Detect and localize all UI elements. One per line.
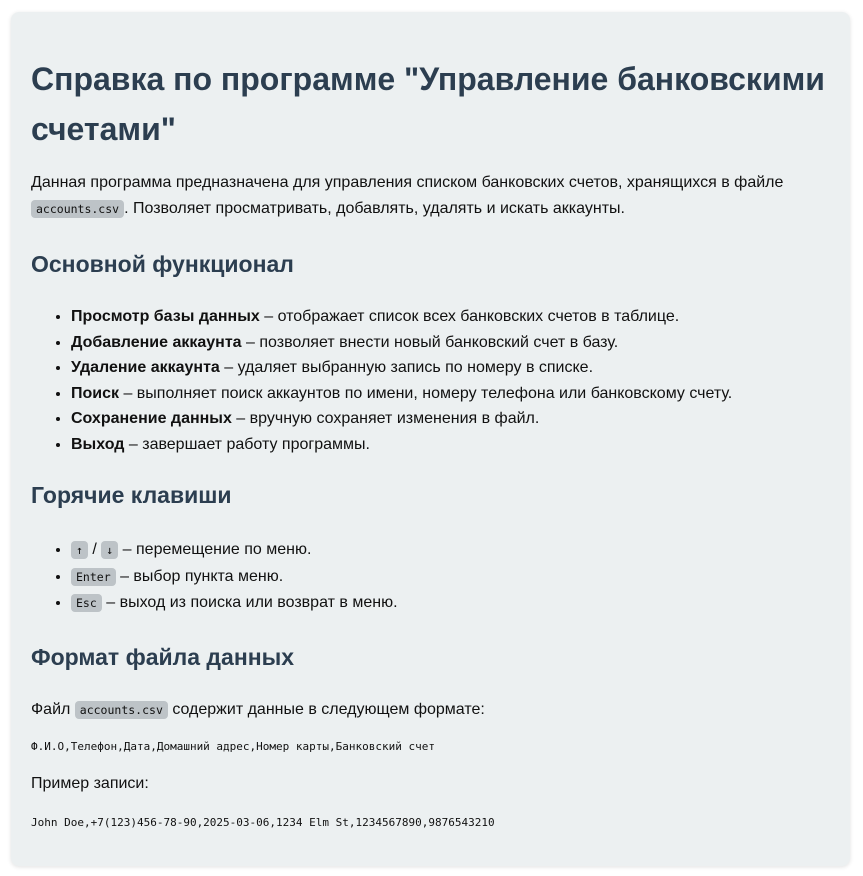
functionality-heading: Основной функционал: [31, 251, 294, 277]
format-heading: Формат файла данных: [31, 643, 295, 670]
intro-filename-code: accounts.csv: [31, 200, 125, 218]
feature-name: Удаление аккаунта: [71, 359, 220, 376]
format-schema: Ф.И.О,Телефон,Дата,Домашний адрес,Номер …: [31, 739, 435, 753]
feature-desc: – вручную сохраняет изменения в файл.: [231, 410, 540, 427]
feature-desc: – отображает список всех банковских счет…: [259, 308, 680, 325]
list-item: Удаление аккаунта – удаляет выбранную за…: [71, 355, 830, 381]
key-enter-code: Enter: [71, 567, 116, 586]
list-item: Выход – завершает работу программы.: [71, 432, 830, 458]
list-item: Просмотр базы данных – отображает список…: [71, 304, 830, 330]
functionality-list: Просмотр базы данных – отображает список…: [31, 304, 830, 457]
feature-name: Просмотр базы данных: [71, 308, 260, 325]
key-up-code: ↑: [71, 541, 88, 559]
feature-desc: – завершает работу программы.: [124, 435, 370, 453]
key-separator: /: [87, 541, 102, 558]
help-card: Справка по программе "Управление банковс…: [11, 12, 850, 866]
format-text-end: содержит данные в следующем формате:: [167, 700, 485, 718]
feature-desc: – позволяет внести новый банковский счет…: [241, 333, 619, 351]
intro-text-end: . Позволяет просматривать, добавлять, уд…: [124, 200, 625, 217]
hotkey-desc: – выход из поиска или возврат в меню.: [101, 594, 398, 611]
list-item: Enter – выбор пункта меню.: [71, 564, 830, 591]
feature-name: Сохранение данных: [71, 410, 232, 427]
hotkeys-list: ↑ / ↓ – перемещение по меню. Enter – выб…: [31, 537, 830, 617]
feature-desc: – выполняет поиск аккаунтов по имени, но…: [119, 384, 733, 402]
list-item: ↑ / ↓ – перемещение по меню.: [71, 537, 830, 564]
feature-name: Поиск: [71, 384, 120, 402]
hotkey-desc: – перемещение по меню.: [118, 541, 312, 558]
feature-name: Выход: [71, 435, 125, 453]
list-item: Поиск – выполняет поиск аккаунтов по име…: [71, 381, 830, 407]
list-item: Добавление аккаунта – позволяет внести н…: [71, 330, 830, 356]
list-item: Сохранение данных – вручную сохраняет из…: [71, 406, 830, 432]
hotkey-desc: – выбор пункта меню.: [115, 567, 284, 585]
example-label: Пример записи:: [31, 774, 149, 792]
feature-name: Добавление аккаунта: [71, 333, 242, 351]
list-item: Esc – выход из поиска или возврат в меню…: [71, 590, 830, 617]
intro-paragraph: Данная программа предназначена для управ…: [31, 170, 830, 222]
page-title: Справка по программе "Управление банковс…: [31, 61, 825, 147]
format-text-start: Файл: [31, 700, 75, 718]
key-esc-code: Esc: [71, 594, 102, 612]
example-record: John Doe,+7(123)456-78-90,2025-03-06,123…: [31, 815, 495, 829]
intro-text-start: Данная программа предназначена для управ…: [31, 174, 784, 191]
format-filename-code: accounts.csv: [74, 700, 168, 719]
format-paragraph: Файл accounts.csv содержит данные в след…: [31, 697, 830, 723]
feature-desc: – удаляет выбранную запись по номеру в с…: [219, 359, 594, 376]
key-down-code: ↓: [101, 541, 119, 559]
hotkeys-heading: Горячие клавиши: [31, 482, 232, 508]
